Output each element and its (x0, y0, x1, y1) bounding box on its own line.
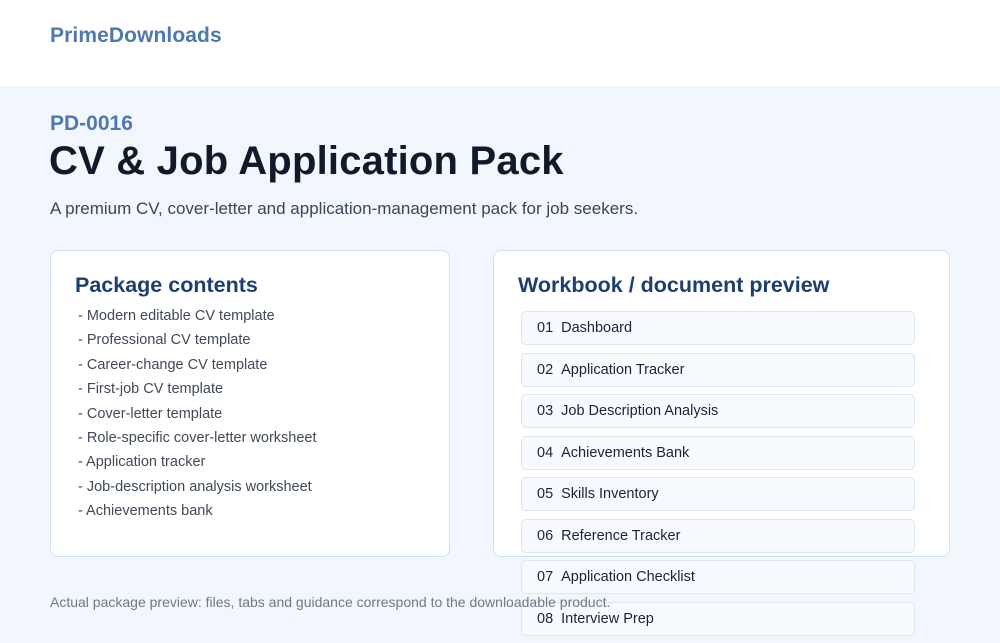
sheet-name: Application Tracker (561, 361, 685, 378)
sheet-name: Job Description Analysis (561, 403, 719, 419)
sheet-number: 08 (537, 610, 554, 627)
contents-item: - Professional CV template (78, 332, 251, 349)
contents-item: - Career-change CV template (78, 356, 268, 373)
product-sku: PD-0016 (50, 112, 133, 135)
sheet-item-application-tracker[interactable]: 02 Application Tracker (521, 352, 915, 387)
sheet-name: Application Checklist (561, 569, 695, 585)
sheet-number: 01 (537, 320, 554, 336)
page-subtitle: A premium CV, cover-letter and applicati… (50, 199, 639, 218)
contents-item: - Application tracker (78, 454, 206, 471)
top-bar: PrimeDownloads (0, 0, 1000, 86)
sheet-name: Dashboard (561, 320, 633, 336)
sheet-number: 04 (537, 444, 554, 461)
sheet-item-dashboard[interactable]: 01 Dashboard (521, 311, 915, 345)
contents-item: - Modern editable CV template (78, 308, 275, 324)
package-contents-list: - Modern editable CV template - Professi… (78, 307, 317, 527)
package-contents-card: Package contents - Modern editable CV te… (50, 250, 450, 557)
contents-item: - Cover-letter template (78, 405, 223, 422)
sheet-number: 02 (537, 361, 554, 378)
sheet-item-job-description-analysis[interactable]: 03 Job Description Analysis (521, 394, 915, 428)
contents-item: - Role-specific cover-letter worksheet (78, 429, 317, 446)
contents-item: - First-job CV template (78, 381, 224, 398)
sheet-item-reference-tracker[interactable]: 06 Reference Tracker (521, 518, 915, 553)
sheet-number: 05 (537, 486, 554, 502)
sheet-number: 03 (537, 403, 554, 419)
sheet-name: Skills Inventory (561, 486, 659, 502)
sheet-item-application-checklist[interactable]: 07 Application Checklist (521, 560, 915, 594)
sheet-number: 07 (537, 569, 554, 585)
document-preview-heading: Workbook / document preview (518, 273, 830, 297)
sheet-name: Reference Tracker (561, 527, 681, 544)
sheet-item-achievements-bank[interactable]: 04 Achievements Bank (521, 435, 915, 470)
contents-item: - Job-description analysis worksheet (78, 478, 312, 495)
sheet-number: 06 (537, 527, 554, 544)
preview-footnote: Actual package preview: files, tabs and … (50, 594, 611, 610)
page-title: CV & Job Application Pack (49, 139, 564, 183)
package-contents-heading: Package contents (75, 273, 258, 297)
contents-item: - Achievements bank (78, 503, 213, 520)
sheet-item-skills-inventory[interactable]: 05 Skills Inventory (521, 477, 915, 511)
sheet-name: Interview Prep (561, 610, 654, 627)
sheet-name: Achievements Bank (561, 444, 690, 461)
brand-logo-link[interactable]: PrimeDownloads (50, 24, 222, 48)
